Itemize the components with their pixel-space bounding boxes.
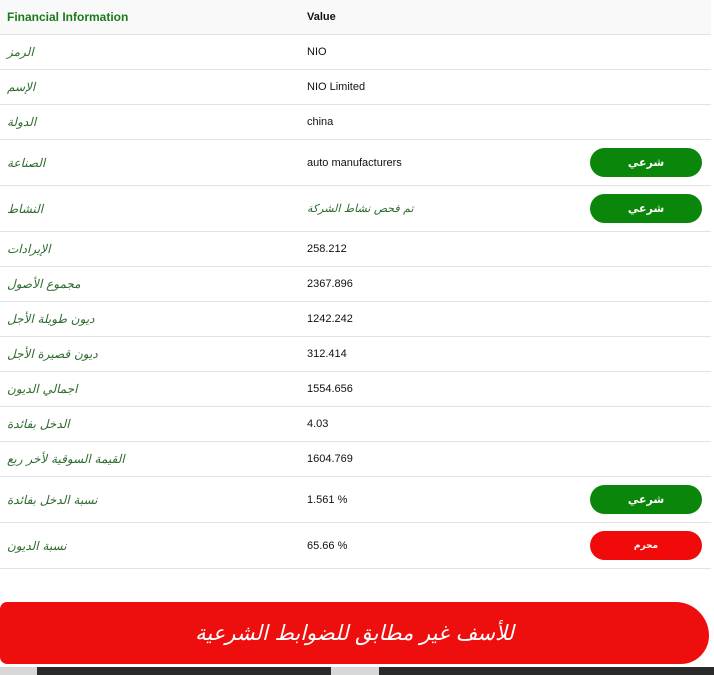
row-value: auto manufacturers [307,156,402,169]
row-value: 1242.242 [307,313,353,325]
table-header-row: Financial Information Value [0,0,711,35]
compliance-result-banner: للأسف غير مطابق للضوابط الشرعية [0,602,709,664]
row-value: NIO [307,46,327,58]
row-label: الإيرادات [7,242,51,256]
table-row-name: الإسم NIO Limited [0,70,711,105]
row-value: تم فحص نشاط الشركة [307,202,414,215]
table-row-debt-ratio: نسبة الديون 65.66 % محرم [0,523,711,569]
header-value: Value [307,11,336,23]
row-label: الدولة [7,115,37,129]
table-row-market-cap: القيمة السوقية لأخر ربع 1604.769 [0,442,711,477]
row-label: ديون قصيرة الأجل [7,347,98,361]
row-value: 2367.896 [307,278,353,290]
row-label: اجمالي الديون [7,382,78,396]
row-label: مجموع الأصول [7,277,81,291]
row-label: القيمة السوقية لأخر ربع [7,452,125,466]
row-value: china [307,116,334,128]
row-label: نسبة الديون [7,538,67,553]
table-row-short-term-debt: ديون قصيرة الأجل 312.414 [0,337,711,372]
row-label: ديون طويلة الأجل [7,312,95,326]
row-value: NIO Limited [307,81,366,93]
table-row-total-assets: مجموع الأصول 2367.896 [0,267,711,302]
table-row-interest-income-ratio: نسبة الدخل بفائدة 1.561 % شرعي [0,477,711,523]
row-value: 1604.769 [307,453,353,465]
table-row-industry: الصناعة auto manufacturers شرعي [0,140,711,186]
table-row-symbol: الرمز NIO [0,35,711,70]
table-row-long-term-debt: ديون طويلة الأجل 1242.242 [0,302,711,337]
row-label: الرمز [7,45,34,59]
row-value: 4.03 [307,418,329,430]
row-label: الدخل بفائدة [7,417,70,431]
status-badge[interactable]: شرعي [590,194,702,223]
row-value: 258.212 [307,243,347,255]
table-row-country: الدولة china [0,105,711,140]
financial-info-table: Financial Information Value الرمز NIO ال… [0,0,711,569]
status-badge[interactable]: شرعي [590,485,702,514]
table-row-total-debt: اجمالي الديون 1554.656 [0,372,711,407]
scrollbar-thumb[interactable] [331,667,379,675]
row-value: 1.561 % [307,493,348,506]
status-badge[interactable]: شرعي [590,148,702,177]
row-label: الإسم [7,80,36,94]
header-label: Financial Information [7,10,129,24]
row-label: النشاط [7,201,44,216]
status-badge[interactable]: محرم [590,531,702,560]
scrollbar-segment [0,667,37,675]
row-value: 312.414 [307,348,347,360]
row-label: الصناعة [7,155,46,170]
row-value: 1554.656 [307,383,353,395]
table-row-revenue: الإيرادات 258.212 [0,232,711,267]
row-label: نسبة الدخل بفائدة [7,492,98,507]
row-value: 65.66 % [307,539,348,552]
table-row-interest-income: الدخل بفائدة 4.03 [0,407,711,442]
bottom-scrollbar[interactable] [0,667,714,675]
table-row-activity: النشاط تم فحص نشاط الشركة شرعي [0,186,711,232]
